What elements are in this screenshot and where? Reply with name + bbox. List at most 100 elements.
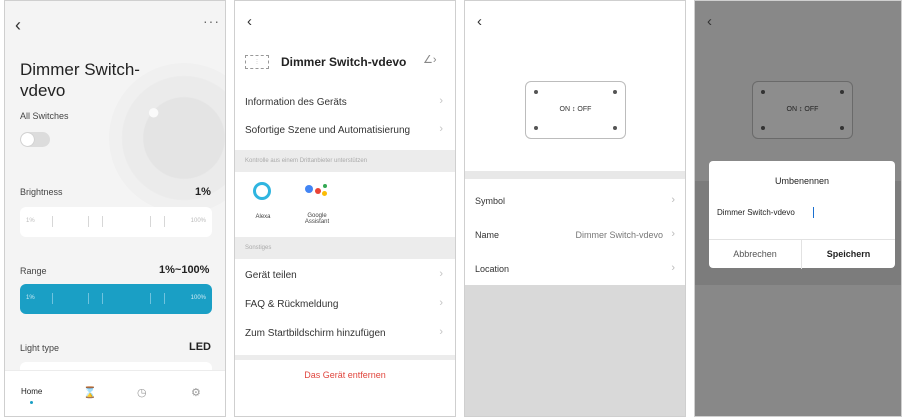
panel-label: ON ↕ OFF	[786, 106, 819, 113]
row-label: Gerät teilen	[245, 270, 297, 281]
chevron-right-icon: ›	[671, 262, 675, 274]
back-arrow-icon[interactable]: ‹	[477, 13, 482, 30]
back-arrow-icon[interactable]: ‹	[15, 15, 21, 36]
screw	[613, 126, 617, 130]
google-dot-red	[315, 188, 321, 194]
panel-label: ON ↕ OFF	[559, 106, 592, 113]
chevron-right-icon: ›	[671, 194, 675, 206]
dialog-buttons: Abbrechen Speichern	[709, 239, 895, 269]
all-switches-label: All Switches	[20, 111, 69, 121]
screw	[534, 126, 538, 130]
google-assistant-label: Google Assistant	[304, 213, 330, 225]
screw	[840, 126, 844, 130]
alexa-label: Alexa	[255, 214, 271, 220]
row-label: Sofortige Szene und Automatisierung	[245, 125, 411, 136]
slider-tick	[102, 293, 103, 304]
screw	[761, 90, 765, 94]
chevron-right-icon: ›	[439, 297, 443, 309]
brightness-slider[interactable]: 1% 100%	[20, 207, 212, 237]
brightness-label: Brightness	[20, 187, 63, 197]
range-label: Range	[20, 266, 47, 276]
alexa-icon[interactable]	[253, 182, 271, 200]
light-type-label: Light type	[20, 343, 60, 353]
chevron-right-icon: ›	[439, 123, 443, 135]
section-label: Kontrolle aus einem Drittanbieter unters…	[245, 158, 368, 164]
row-label: Symbol	[475, 196, 506, 206]
device-settings-screen: ‹ ⋮ Dimmer Switch-vdevo ∠› Information d…	[234, 0, 456, 417]
dimmer-main-screen: ‹ ··· ● Dimmer Switch-vdevo All Switches…	[4, 0, 226, 417]
chevron-right-icon: ›	[439, 268, 443, 280]
range-value: 1%~100%	[159, 264, 210, 276]
chevron-right-icon: ›	[439, 326, 443, 338]
row-label: Name	[475, 230, 500, 240]
google-assistant-icon[interactable]	[305, 182, 335, 202]
all-switches-toggle[interactable]	[20, 132, 50, 147]
slider-tick	[102, 216, 103, 227]
google-dot-green	[323, 184, 327, 188]
row-name[interactable]: Name Dimmer Switch-vdevo ›	[465, 217, 685, 251]
screw	[534, 90, 538, 94]
row-location[interactable]: Location ›	[465, 251, 685, 285]
slider-tick	[52, 216, 53, 227]
save-button[interactable]: Speichern	[802, 240, 895, 269]
row-label: Information des Geräts	[245, 97, 347, 108]
range-slider[interactable]: 1% 100%	[20, 284, 212, 314]
device-title: Dimmer Switch-vdevo	[20, 60, 140, 100]
section-label: Sonstiges	[245, 245, 272, 251]
slider-tick	[164, 216, 165, 227]
clock-icon[interactable]: ◷	[137, 386, 147, 399]
brightness-max: 100%	[190, 218, 206, 224]
chevron-right-icon: ›	[439, 95, 443, 107]
row-label: FAQ & Rückmeldung	[245, 299, 339, 310]
slider-tick	[150, 293, 151, 304]
switch-device-image: ON ↕ OFF	[752, 81, 853, 139]
row-device-info[interactable]: Information des Geräts ›	[235, 88, 455, 118]
toggle-knob	[21, 133, 34, 146]
dialog-title: Umbenennen	[774, 176, 830, 186]
rename-dialog-screen: ‹ ON ↕ OFF Umbenennen Abbrechen Speicher…	[694, 0, 902, 417]
device-thumbnail: ⋮	[245, 55, 269, 69]
brightness-min: 1%	[26, 218, 35, 224]
row-share-device[interactable]: Gerät teilen ›	[235, 261, 455, 291]
slider-tick	[88, 216, 89, 227]
back-arrow-icon[interactable]: ‹	[247, 13, 252, 30]
slider-tick	[164, 293, 165, 304]
switch-device-image: ON ↕ OFF	[525, 81, 626, 139]
row-value: Dimmer Switch-vdevo	[575, 230, 663, 240]
section-other: Sonstiges	[235, 237, 455, 259]
chevron-right-icon: ›	[671, 228, 675, 240]
slider-tick	[150, 216, 151, 227]
screw	[840, 90, 844, 94]
cancel-button[interactable]: Abbrechen	[709, 240, 802, 269]
row-faq-feedback[interactable]: FAQ & Rückmeldung ›	[235, 290, 455, 320]
row-add-to-home[interactable]: Zum Startbildschirm hinzufügen ›	[235, 319, 455, 349]
more-options-icon[interactable]: ···	[203, 13, 220, 29]
nav-active-dot	[30, 401, 33, 404]
device-name-screen: ‹ ON ↕ OFF Symbol › Name Dimmer Switch-v…	[464, 0, 686, 417]
slider-tick	[52, 293, 53, 304]
nav-home[interactable]: Home	[21, 387, 42, 396]
slider-tick	[88, 293, 89, 304]
rename-input[interactable]	[717, 208, 885, 217]
edit-pencil-icon[interactable]: ∠›	[423, 53, 437, 66]
settings-list: Symbol › Name Dimmer Switch-vdevo › Loca…	[465, 179, 685, 285]
remove-device-button[interactable]: Das Gerät entfernen	[235, 355, 455, 416]
text-caret	[813, 207, 814, 218]
screw	[761, 126, 765, 130]
brightness-value: 1%	[195, 186, 211, 198]
remove-device-label: Das Gerät entfernen	[304, 370, 386, 380]
row-label: Location	[475, 264, 510, 274]
row-label: Zum Startbildschirm hinzufügen	[245, 328, 386, 339]
row-symbol[interactable]: Symbol ›	[465, 183, 685, 217]
screw	[613, 90, 617, 94]
bottom-nav: Home ⌛ ◷ ⚙	[5, 370, 225, 416]
section-third-party: Kontrolle aus einem Drittanbieter unters…	[235, 150, 455, 172]
back-arrow-icon[interactable]: ‹	[707, 13, 712, 30]
google-dot-blue	[305, 185, 313, 193]
google-dot-yellow	[322, 191, 327, 196]
gear-icon[interactable]: ⚙	[191, 386, 201, 399]
row-scene-automation[interactable]: Sofortige Szene und Automatisierung ›	[235, 116, 455, 146]
divider	[465, 171, 685, 179]
hourglass-icon[interactable]: ⌛	[83, 386, 97, 399]
light-type-value[interactable]: LED	[189, 341, 211, 353]
